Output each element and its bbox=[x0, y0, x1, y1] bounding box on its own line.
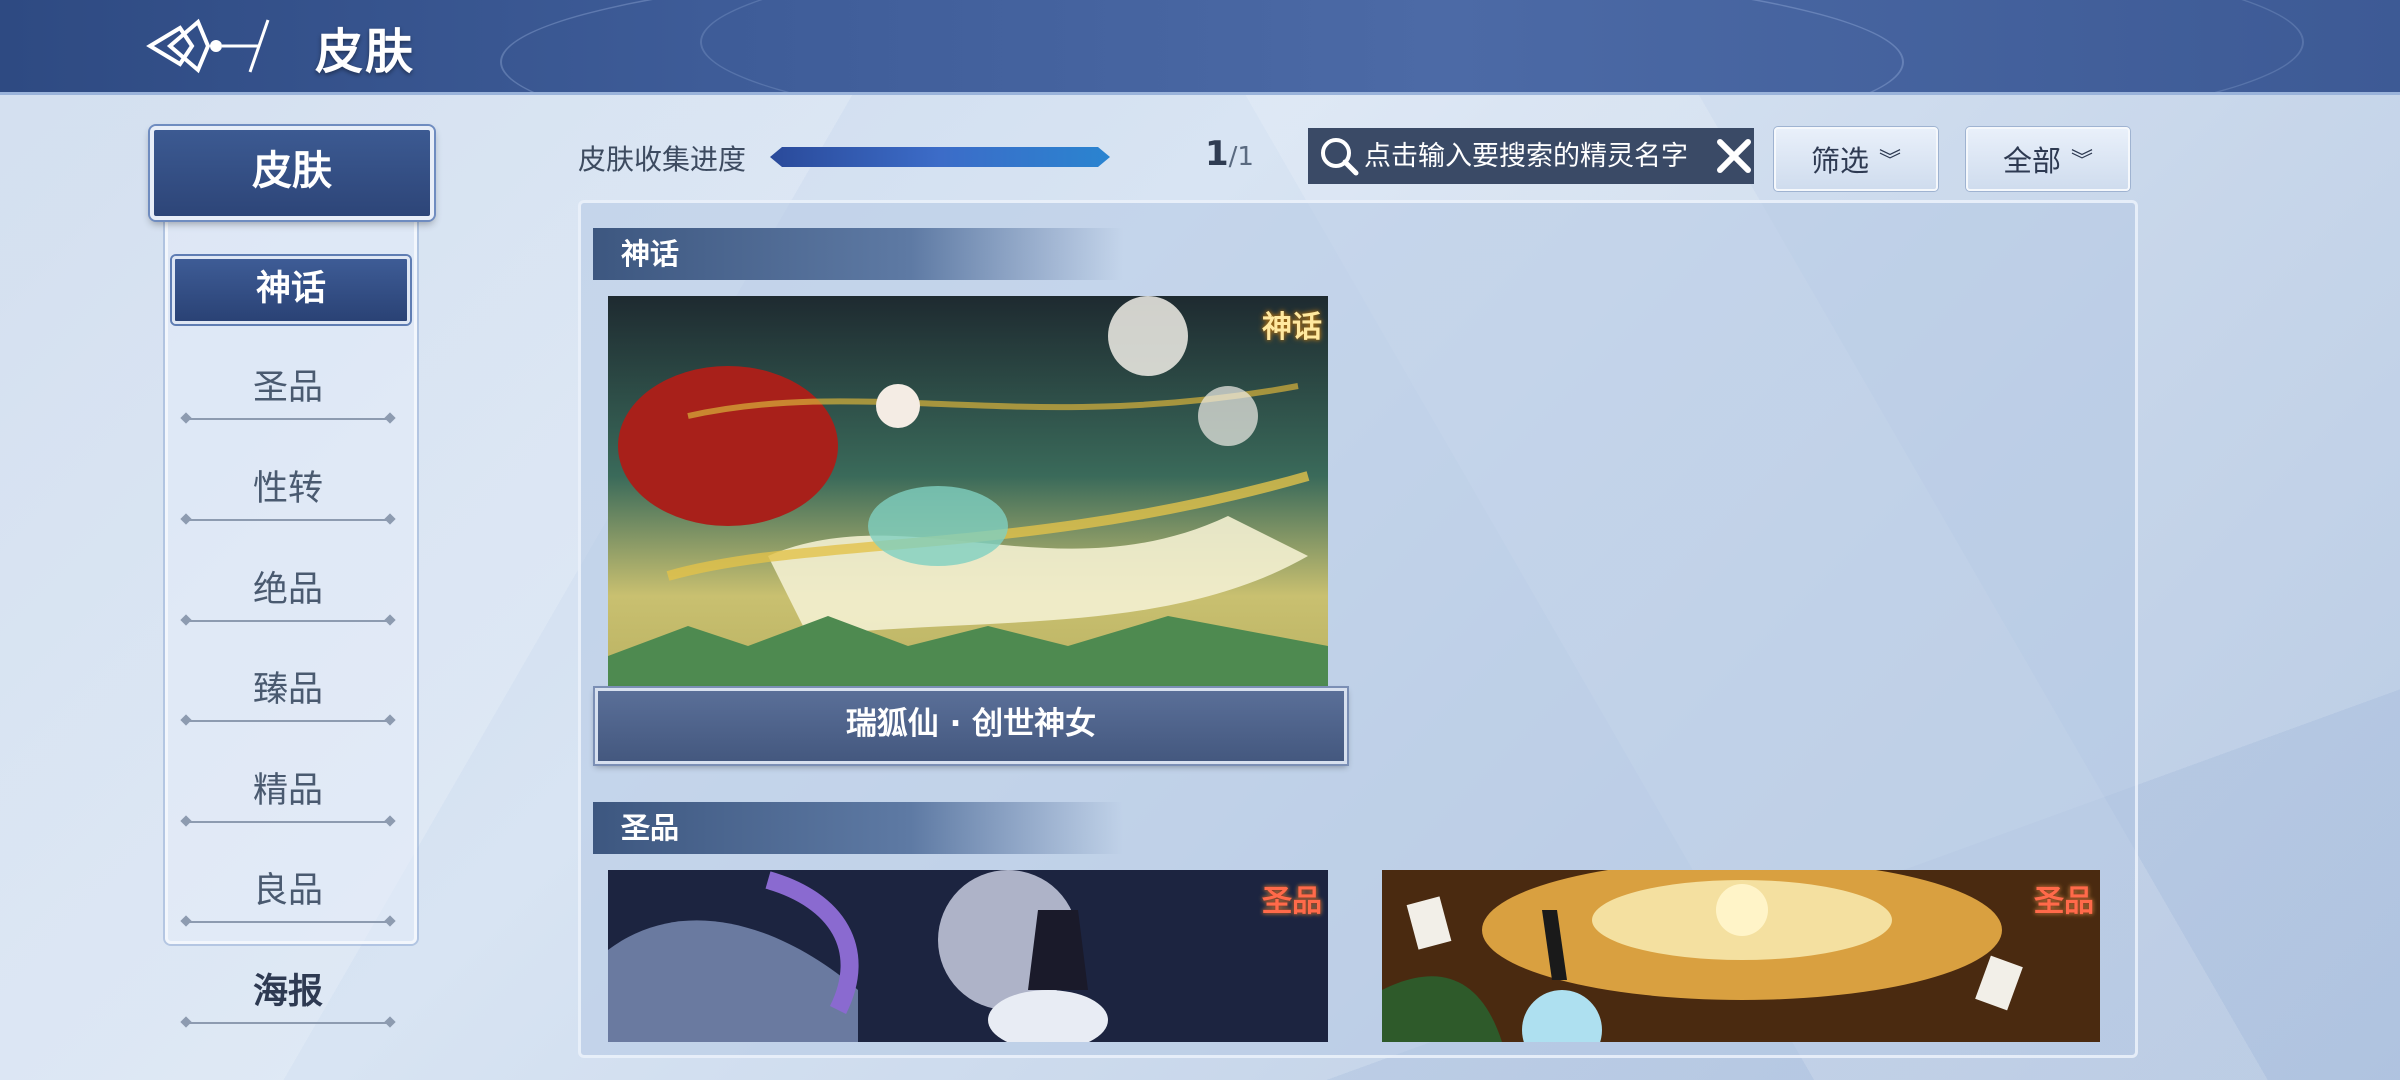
all-label: 全部 bbox=[2002, 144, 2061, 178]
progress-total: /1 bbox=[1228, 142, 1254, 172]
divider bbox=[184, 519, 392, 521]
search-icon[interactable] bbox=[1318, 135, 1360, 177]
sidebar-item-label: 精品 bbox=[252, 771, 323, 811]
section-header-mythic: 神话 bbox=[593, 228, 1123, 280]
skin-name-plate: 瑞狐仙 · 创世神女 bbox=[595, 688, 1347, 764]
filter-dropdown[interactable]: 筛选 ︾ bbox=[1774, 127, 1938, 191]
divider bbox=[184, 1022, 392, 1024]
rarity-badge: 圣品 bbox=[2034, 884, 2094, 919]
sidebar-item-good[interactable]: 良品 bbox=[172, 861, 404, 927]
sidebar-item-supreme[interactable]: 臻品 bbox=[172, 660, 404, 726]
rarity-badge: 神话 bbox=[1262, 310, 1322, 345]
sidebar-title: 皮肤 bbox=[150, 126, 434, 220]
close-icon[interactable] bbox=[1714, 136, 1754, 176]
search-input[interactable] bbox=[1360, 140, 1708, 172]
skin-card[interactable]: 神话 bbox=[608, 296, 1328, 696]
winged-emblem-icon bbox=[146, 18, 270, 74]
sidebar-item-gender-swap[interactable]: 性转 bbox=[172, 459, 404, 525]
sidebar-item-holy[interactable]: 圣品 bbox=[172, 358, 404, 424]
skin-artwork bbox=[608, 870, 1328, 1042]
rarity-badge: 圣品 bbox=[1262, 884, 1322, 919]
sidebar-item-label: 绝品 bbox=[252, 570, 323, 610]
collection-progress-label: 皮肤收集进度 bbox=[578, 143, 747, 176]
chevron-down-icon: ︾ bbox=[1879, 149, 1902, 174]
sidebar-item-label: 臻品 bbox=[252, 670, 323, 710]
progress-current: 1 bbox=[1205, 134, 1229, 174]
sidebar-item-mythic[interactable]: 神话 bbox=[172, 256, 410, 324]
sidebar-item-label: 性转 bbox=[252, 469, 323, 509]
divider bbox=[184, 720, 392, 722]
search-box bbox=[1308, 128, 1754, 184]
collection-progress-bar bbox=[770, 147, 1110, 167]
filter-label: 筛选 bbox=[1810, 144, 1869, 178]
skin-artwork bbox=[608, 296, 1328, 696]
skin-card[interactable]: 圣品 bbox=[1382, 870, 2100, 1042]
page-title: 皮肤 bbox=[315, 24, 416, 80]
divider bbox=[184, 821, 392, 823]
skin-card[interactable]: 圣品 bbox=[608, 870, 1328, 1042]
all-dropdown[interactable]: 全部 ︾ bbox=[1966, 127, 2130, 191]
sidebar-item-label: 良品 bbox=[252, 871, 323, 911]
sidebar-item-unique[interactable]: 绝品 bbox=[172, 560, 404, 626]
section-header-holy: 圣品 bbox=[593, 802, 1123, 854]
sidebar-item-label: 神话 bbox=[255, 269, 326, 309]
sidebar-item-label: 海报 bbox=[252, 972, 323, 1012]
progress-fill bbox=[770, 147, 1110, 167]
sidebar-item-poster[interactable]: 海报 bbox=[172, 962, 404, 1028]
header-decoration bbox=[700, 0, 2304, 92]
divider bbox=[184, 921, 392, 923]
collection-progress-count: 1/1 bbox=[1205, 134, 1254, 174]
skin-artwork bbox=[1382, 870, 2100, 1042]
divider bbox=[184, 620, 392, 622]
sidebar-item-fine[interactable]: 精品 bbox=[172, 761, 404, 827]
chevron-down-icon: ︾ bbox=[2071, 149, 2094, 174]
sidebar-item-label: 圣品 bbox=[252, 368, 323, 408]
divider bbox=[184, 418, 392, 420]
top-header: 皮肤 bbox=[0, 0, 2400, 95]
